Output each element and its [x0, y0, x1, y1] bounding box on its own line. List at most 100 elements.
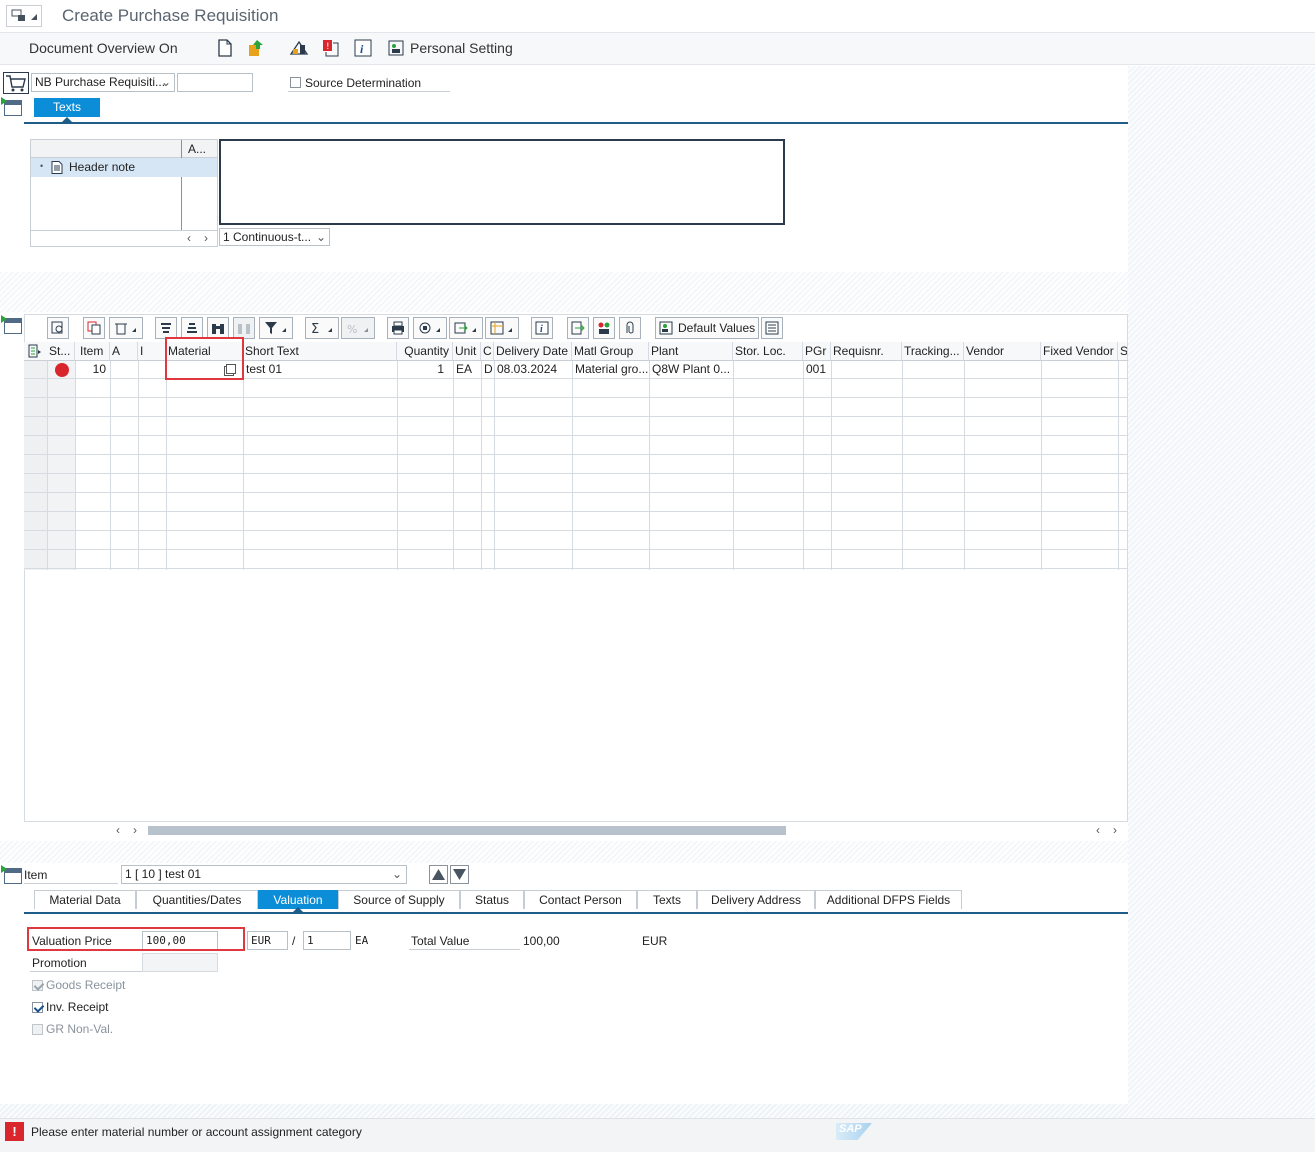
cart-icon[interactable] [3, 72, 29, 94]
status-message[interactable]: Please enter material number or account … [31, 1125, 362, 1139]
table-row[interactable] [24, 550, 1128, 569]
table-row[interactable] [24, 436, 1128, 455]
table-settings-icon[interactable] [761, 317, 783, 339]
table-row[interactable] [24, 455, 1128, 474]
expand-items-icon[interactable] [1, 315, 22, 334]
tab-status[interactable]: Status [460, 890, 524, 909]
col-header-item[interactable]: Item [78, 342, 110, 360]
new-document-icon[interactable] [214, 38, 236, 58]
col-header-matl-group[interactable]: Matl Group [572, 342, 649, 360]
sort-ascending-icon[interactable] [155, 317, 177, 339]
print-icon[interactable] [387, 317, 409, 339]
goods-receipt-checkbox[interactable] [32, 980, 43, 991]
tab-quantities-dates[interactable]: Quantities/Dates [136, 890, 258, 909]
col-header-unit[interactable]: Unit [453, 342, 481, 360]
previous-item-button[interactable] [429, 865, 448, 884]
col-header-vendor[interactable]: Vendor [964, 342, 1041, 360]
cell-delivery-date[interactable]: 08.03.2024 [495, 360, 571, 378]
hold-icon[interactable] [246, 38, 268, 58]
cell-item[interactable]: 10 [78, 360, 106, 378]
attach-icon[interactable] [619, 317, 641, 339]
expand-header-icon[interactable] [1, 97, 22, 116]
document-overview-button[interactable]: Document Overview On [29, 40, 178, 56]
text-format-select[interactable]: 1 Continuous-t... ⌄ [219, 228, 330, 246]
col-header-a[interactable]: A [110, 342, 138, 360]
scroll-left-icon[interactable]: ‹ [187, 231, 191, 245]
copy-icon[interactable] [83, 317, 105, 339]
find-next-icon[interactable] [233, 317, 255, 339]
details-icon[interactable] [47, 317, 69, 339]
cell-plant[interactable]: Q8W Plant 0... [650, 360, 732, 378]
cell-short-text[interactable]: test 01 [244, 360, 394, 378]
table-row[interactable] [24, 474, 1128, 493]
personal-setting-button[interactable]: Personal Setting [410, 40, 513, 56]
gr-nonval-checkbox[interactable] [32, 1024, 43, 1035]
col-header-delivery-date[interactable]: Delivery Date [494, 342, 572, 360]
cell-quantity[interactable]: 1 [398, 360, 444, 378]
col-header-requisnr[interactable]: Requisnr. [831, 342, 902, 360]
grid-info-icon[interactable]: i [531, 317, 553, 339]
select-all-icon[interactable] [28, 344, 42, 361]
table-row[interactable] [24, 493, 1128, 512]
col-header-status[interactable]: St... [47, 342, 75, 360]
table-row[interactable] [24, 531, 1128, 550]
scroll-right-icon[interactable]: › [204, 231, 208, 245]
personal-setting-icon[interactable] [385, 38, 407, 58]
check-icon[interactable] [288, 38, 310, 58]
scroll-left-icon[interactable]: ‹ [116, 823, 120, 837]
find-icon[interactable] [207, 317, 229, 339]
tab-contact-person[interactable]: Contact Person [524, 890, 637, 909]
scroll-thumb[interactable] [148, 826, 786, 835]
col-header-short-text[interactable]: Short Text [243, 342, 397, 360]
tab-delivery-address[interactable]: Delivery Address [697, 890, 815, 909]
subtotal-icon[interactable]: % [341, 317, 375, 339]
promotion-field[interactable] [142, 953, 218, 972]
info-icon[interactable]: i [352, 38, 374, 58]
document-type-select[interactable]: NB Purchase Requisiti... ⌄ [31, 73, 175, 92]
table-row[interactable] [24, 379, 1128, 398]
default-values-button[interactable]: Default Values [655, 317, 759, 339]
tab-material-data[interactable]: Material Data [34, 890, 136, 909]
text-editor[interactable] [219, 139, 785, 225]
menu-icon[interactable] [6, 5, 42, 27]
col-header-s[interactable]: S [1118, 342, 1128, 360]
assign-icon[interactable] [593, 317, 615, 339]
table-row[interactable] [24, 417, 1128, 436]
col-header-c[interactable]: C [481, 342, 494, 360]
inv-receipt-checkbox[interactable] [32, 1002, 43, 1013]
col-header-pgr[interactable]: PGr [803, 342, 831, 360]
next-item-button[interactable] [450, 865, 469, 884]
tab-texts[interactable]: Texts [34, 98, 100, 117]
tab-source-of-supply[interactable]: Source of Supply [338, 890, 460, 909]
scroll-right-icon[interactable]: › [133, 823, 137, 837]
cell-matl-group[interactable]: Material gro... [573, 360, 648, 378]
currency-field[interactable]: EUR [247, 931, 288, 950]
sum-icon[interactable]: Σ [305, 317, 339, 339]
delete-icon[interactable] [109, 317, 143, 339]
source-determination-checkbox[interactable] [290, 77, 301, 88]
table-row[interactable] [24, 512, 1128, 531]
scroll-left-icon[interactable]: ‹ [1096, 823, 1100, 837]
col-header-i[interactable]: I [138, 342, 166, 360]
price-unit-field[interactable]: 1 [303, 931, 351, 950]
layout-icon[interactable] [485, 317, 519, 339]
tab-texts[interactable]: Texts [637, 890, 697, 909]
messages-icon[interactable]: ! [320, 38, 342, 58]
col-header-quantity[interactable]: Quantity [397, 342, 453, 360]
col-header-fixed-vendor[interactable]: Fixed Vendor [1041, 342, 1118, 360]
filter-icon[interactable] [259, 317, 293, 339]
export-icon[interactable] [449, 317, 483, 339]
scroll-right-icon[interactable]: › [1113, 823, 1117, 837]
col-header-tracking[interactable]: Tracking... [902, 342, 964, 360]
cell-unit[interactable]: EA [454, 360, 480, 378]
tab-additional-dfps-fields[interactable]: Additional DFPS Fields [815, 890, 962, 909]
cell-pgr[interactable]: 001 [804, 360, 830, 378]
expand-item-detail-icon[interactable] [1, 865, 22, 884]
sort-descending-icon[interactable] [181, 317, 203, 339]
cell-c[interactable]: D [482, 360, 494, 378]
document-number-field[interactable] [177, 73, 253, 92]
table-row[interactable] [24, 398, 1128, 417]
views-icon[interactable] [413, 317, 447, 339]
item-selector[interactable]: 1 [ 10 ] test 01 ⌄ [121, 865, 407, 884]
col-header-stor-loc[interactable]: Stor. Loc. [733, 342, 803, 360]
